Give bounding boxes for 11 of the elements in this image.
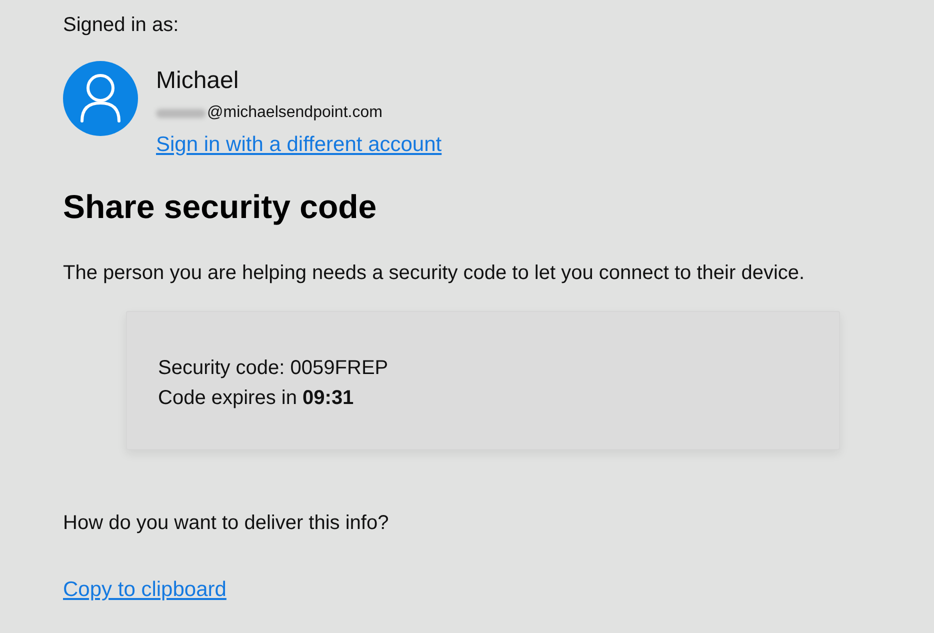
delivery-question: How do you want to deliver this info? [63, 511, 390, 536]
description-text: The person you are helping needs a security code to let you connect to their device. [63, 261, 806, 286]
copy-clipboard-link[interactable]: Copy to clipboard [63, 578, 226, 601]
code-expiry-text: Code expires in 09:31 [158, 386, 355, 411]
security-code-text: Security code: 0059FREP [158, 356, 390, 381]
signed-in-label: Signed in as: [63, 13, 180, 38]
user-avatar-icon [63, 61, 138, 136]
account-email: @michaelsendpoint.com [207, 103, 382, 123]
switch-account-link[interactable]: Sign in with a different account [156, 133, 442, 156]
page-heading: Share security code [63, 187, 378, 227]
account-name: Michael [156, 66, 240, 96]
